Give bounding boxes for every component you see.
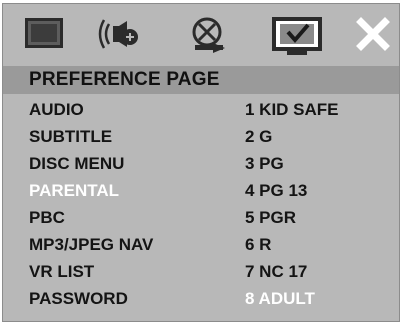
menu-option-label[interactable]: 7 NC 17 bbox=[245, 258, 307, 285]
display-settings-icon[interactable] bbox=[19, 12, 71, 56]
audio-settings-icon[interactable] bbox=[95, 12, 147, 56]
menu-item-label[interactable]: AUDIO bbox=[29, 96, 84, 123]
preference-settings-icon[interactable] bbox=[269, 12, 325, 56]
page-title: PREFERENCE PAGE bbox=[3, 66, 399, 94]
menu-option-label[interactable]: 6 R bbox=[245, 231, 271, 258]
osd-menu-frame: PREFERENCE PAGE AUDIO 1 KID SAFE SUBTITL… bbox=[2, 3, 400, 322]
menu-item-label-selected[interactable]: PARENTAL bbox=[29, 177, 119, 204]
menu-option-label[interactable]: 1 KID SAFE bbox=[245, 96, 339, 123]
menu-item-label[interactable]: VR LIST bbox=[29, 258, 94, 285]
preference-menu: AUDIO 1 KID SAFE SUBTITLE 2 G DISC MENU … bbox=[3, 96, 399, 321]
menu-option-label[interactable]: 5 PGR bbox=[245, 204, 296, 231]
menu-item-label[interactable]: DISC MENU bbox=[29, 150, 124, 177]
menu-item-label[interactable]: SUBTITLE bbox=[29, 123, 112, 150]
menu-row-password: PASSWORD 8 ADULT bbox=[3, 285, 399, 312]
menu-option-label[interactable]: 2 G bbox=[245, 123, 272, 150]
menu-option-label-selected[interactable]: 8 ADULT bbox=[245, 285, 315, 312]
menu-row-parental: PARENTAL 4 PG 13 bbox=[3, 177, 399, 204]
menu-item-label[interactable]: PBC bbox=[29, 204, 65, 231]
menu-item-label[interactable]: MP3/JPEG NAV bbox=[29, 231, 153, 258]
menu-row-audio: AUDIO 1 KID SAFE bbox=[3, 96, 399, 123]
exit-icon[interactable] bbox=[351, 12, 395, 56]
menu-item-label[interactable]: PASSWORD bbox=[29, 285, 128, 312]
menu-row-subtitle: SUBTITLE 2 G bbox=[3, 123, 399, 150]
menu-row-disc-menu: DISC MENU 3 PG bbox=[3, 150, 399, 177]
menu-row-vr-list: VR LIST 7 NC 17 bbox=[3, 258, 399, 285]
menu-row-pbc: PBC 5 PGR bbox=[3, 204, 399, 231]
video-settings-icon[interactable] bbox=[183, 12, 235, 56]
settings-icon-bar bbox=[3, 4, 399, 64]
menu-option-label[interactable]: 4 PG 13 bbox=[245, 177, 307, 204]
menu-row-mp3-jpeg-nav: MP3/JPEG NAV 6 R bbox=[3, 231, 399, 258]
menu-option-label[interactable]: 3 PG bbox=[245, 150, 284, 177]
